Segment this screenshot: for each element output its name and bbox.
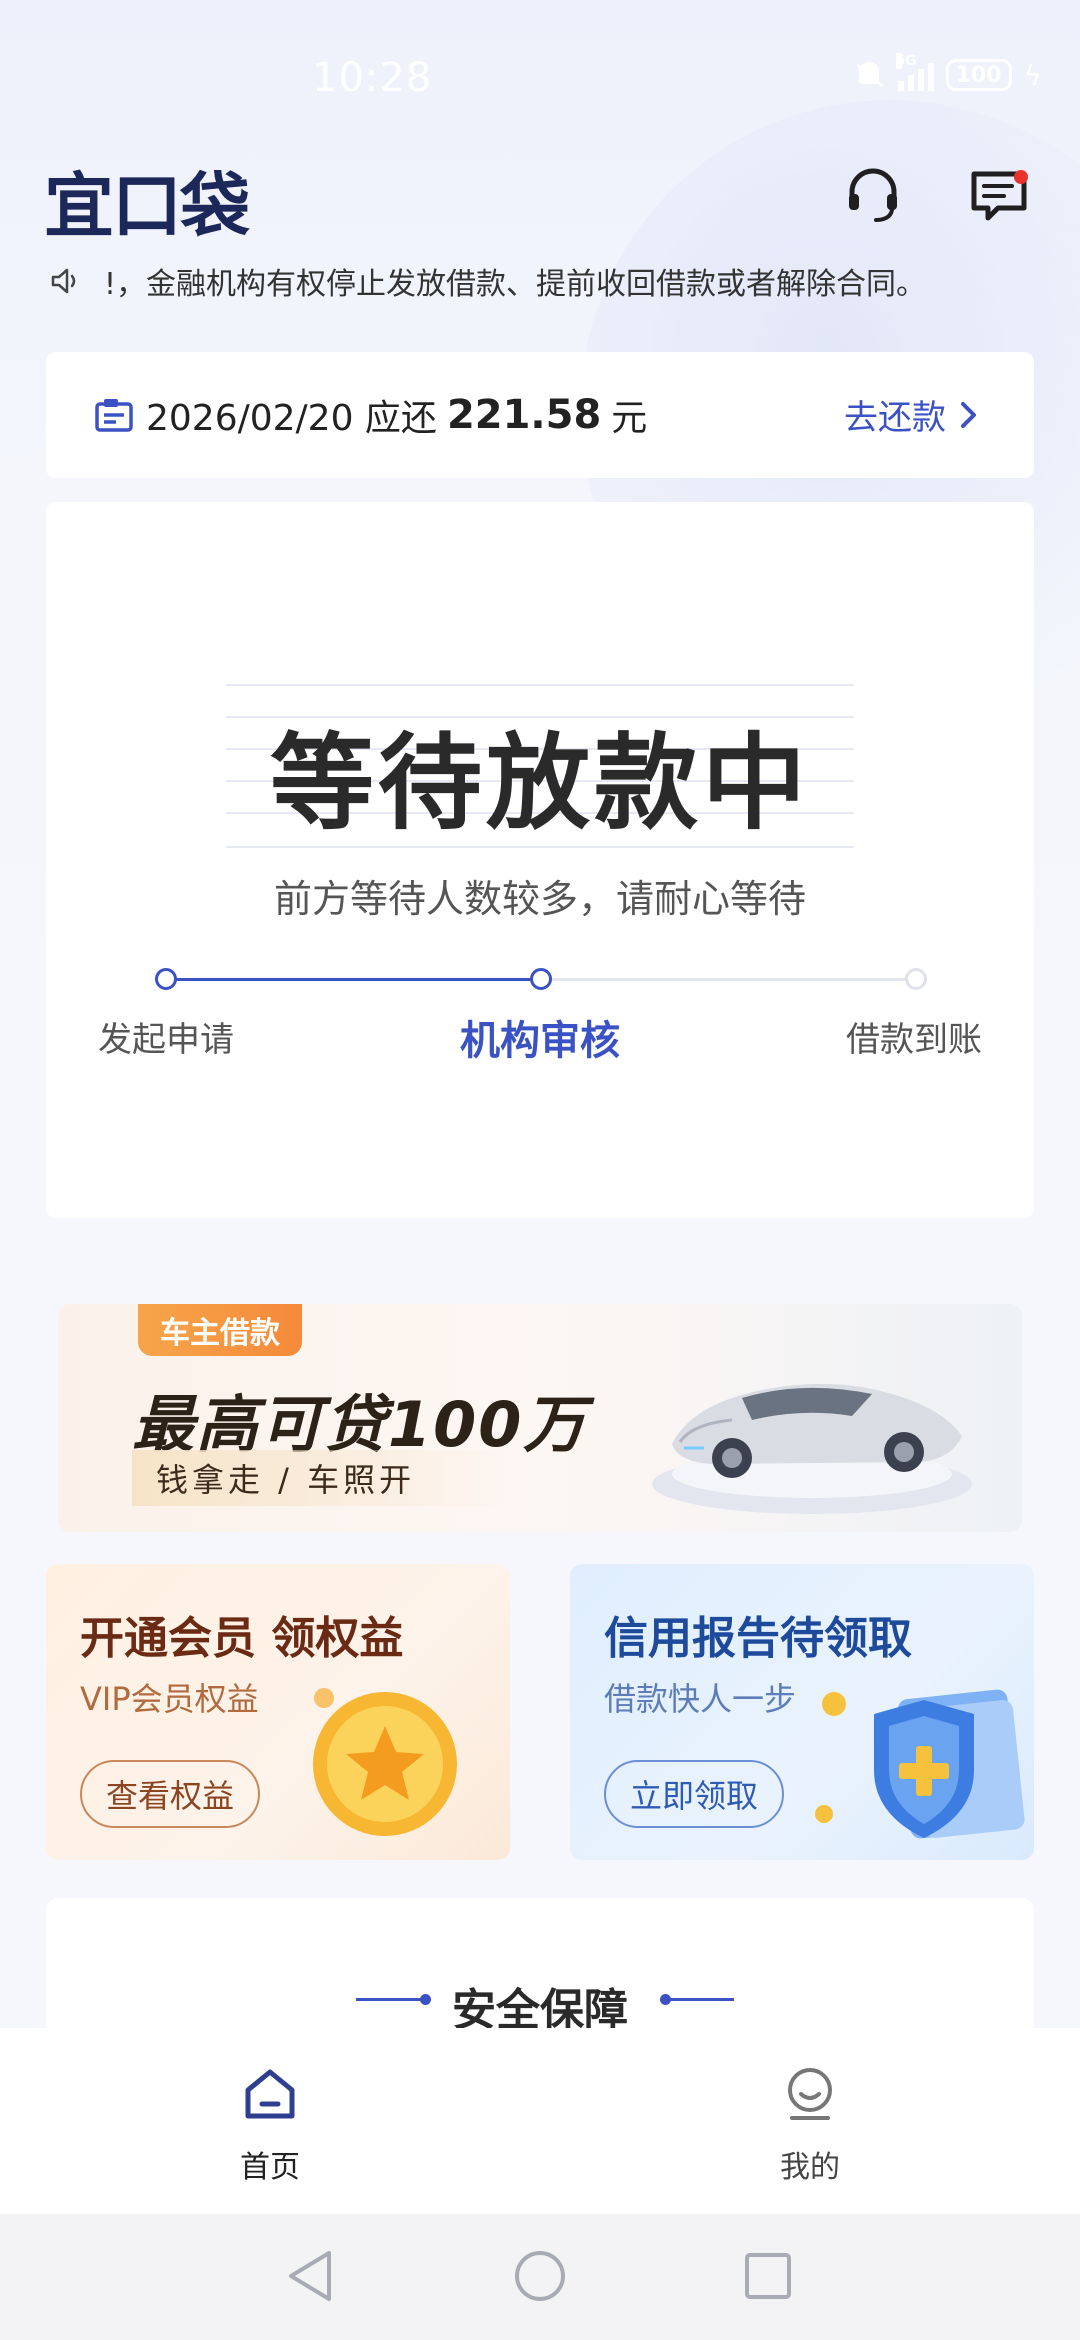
status-icons: 5G 100 ϟ: [852, 53, 1042, 92]
credit-promo-title: 信用报告待领取: [604, 1613, 912, 1664]
app-logo: 宜口袋: [44, 165, 250, 247]
title-decoration-right: [664, 1998, 734, 2001]
headset-icon: [849, 168, 897, 222]
tab-mine-label: 我的: [780, 2150, 840, 2185]
home-icon: [245, 2069, 295, 2119]
progress-steps: [155, 968, 927, 990]
app-header: 宜口袋: [0, 140, 1080, 250]
back-triangle-icon: [289, 2251, 331, 2301]
vip-promo-card[interactable]: 开通会员 领权益 VIP会员权益 查看权益: [46, 1564, 510, 1860]
recents-square-icon: [745, 2253, 791, 2299]
repay-unit: 元: [611, 398, 648, 439]
step-node-arrival: [905, 968, 927, 990]
go-repay-button[interactable]: 去还款: [844, 390, 978, 439]
recents-button[interactable]: [738, 2246, 798, 2306]
status-bar: 10:28 5G 100 ϟ: [0, 0, 1080, 150]
credit-report-card[interactable]: 信用报告待领取 借款快人一步 立即领取: [570, 1564, 1034, 1860]
shield-icon: [815, 1689, 1025, 1839]
banner-subtitle: 钱拿走 / 车照开: [132, 1450, 512, 1506]
mute-icon: [852, 58, 886, 92]
back-button[interactable]: [280, 2246, 340, 2306]
claim-now-button[interactable]: 立即领取: [604, 1760, 785, 1828]
signal-icon: 5G: [895, 53, 934, 91]
banner-tag: 车主借款: [138, 1304, 302, 1356]
step-label-review: 机构审核: [460, 1018, 620, 1064]
system-nav-bar: [0, 2214, 1080, 2340]
chevron-right-icon: [961, 401, 976, 428]
tab-home[interactable]: 首页: [190, 2064, 350, 2186]
tab-home-label: 首页: [240, 2150, 300, 2185]
loan-status-title: 等待放款中: [269, 722, 810, 844]
repay-amount: 221.58: [446, 392, 602, 438]
app-screen: 10:28 5G 100 ϟ 宜口袋 !，金融机构有权停止发放借款、提前收回借款…: [0, 0, 1080, 2340]
credit-promo-subtitle: 借款快人一步: [604, 1680, 797, 1718]
status-time: 10:28: [312, 55, 433, 101]
vip-promo-title: 开通会员 领权益: [80, 1613, 404, 1664]
profile-icon: [788, 2068, 832, 2120]
step-label-arrival: 借款到账: [846, 1020, 982, 1060]
view-benefits-button[interactable]: 查看权益: [80, 1760, 261, 1828]
charging-icon: ϟ: [1023, 58, 1042, 92]
loan-status-subtitle: 前方等待人数较多，请耐心等待: [273, 877, 806, 921]
speaker-icon: [51, 268, 76, 294]
car-image: [652, 1383, 972, 1514]
customer-service-button[interactable]: [838, 160, 908, 230]
bill-icon: [95, 399, 133, 432]
message-button[interactable]: [964, 160, 1034, 230]
notice-text: !，金融机构有权停止发放借款、提前收回借款或者解除合同。: [104, 267, 927, 302]
loan-status-card: 等待放款中 前方等待人数较多，请耐心等待 发起申请 机构审核 借款到账: [46, 502, 1034, 1218]
repay-date: 2026/02/20 应还: [146, 398, 437, 439]
battery-icon: 100: [945, 59, 1012, 91]
bottom-tab-bar: 首页 我的: [0, 2028, 1080, 2214]
network-type: 5G: [895, 53, 917, 69]
step-label-apply: 发起申请: [98, 1020, 234, 1060]
progress-fill: [166, 978, 541, 981]
repayment-card[interactable]: 2026/02/20 应还 221.58 元 去还款: [46, 352, 1034, 478]
tab-mine[interactable]: 我的: [730, 2064, 890, 2186]
step-node-apply: [155, 968, 177, 990]
home-circle-icon: [515, 2251, 565, 2301]
step-node-review: [530, 968, 552, 990]
unread-badge: [1014, 170, 1028, 184]
vip-promo-subtitle: VIP会员权益: [80, 1680, 259, 1718]
go-repay-label: 去还款: [844, 398, 946, 438]
car-loan-banner[interactable]: 车主借款 最高可贷100万 钱拿走 / 车照开: [58, 1304, 1022, 1532]
notice-bar[interactable]: !，金融机构有权停止发放借款、提前收回借款或者解除合同。: [50, 256, 1060, 306]
home-nav-button[interactable]: [510, 2246, 570, 2306]
star-coin-icon: [313, 1688, 457, 1836]
